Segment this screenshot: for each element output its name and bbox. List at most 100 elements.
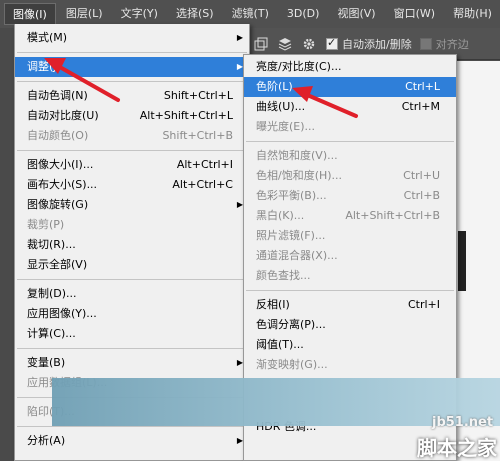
align-edges-label: 对齐边 [435,37,469,51]
submenu-item-levels[interactable]: 色阶(L)... Ctrl+L [244,77,456,97]
menu-window[interactable]: 窗口(W) [386,3,443,25]
menu-item-trim[interactable]: 裁切(R)... [15,235,249,255]
shortcut-label: Ctrl+M [401,100,440,113]
submenu-item-channel-mixer[interactable]: 通道混合器(X)... [244,246,456,266]
submenu-item-curves[interactable]: 曲线(U)... Ctrl+M [244,97,456,117]
menu-help[interactable]: 帮助(H) [445,3,500,25]
menu-item-reveal-all[interactable]: 显示全部(V) [15,255,249,275]
menu-item-label: 调整(J) [27,60,61,73]
menu-type[interactable]: 文字(Y) [113,3,166,25]
menu-item-mode[interactable]: 模式(M) ▶ [15,28,249,48]
watermark-name: 脚本之家 [417,436,497,460]
shortcut-label: Ctrl+I [407,298,440,311]
menu-item-label: 自动色调(N) [27,89,88,102]
menu-item-label: 照片滤镜(F)... [256,229,326,242]
submenu-item-gradient-map[interactable]: 渐变映射(G)... [244,355,456,375]
submenu-item-hue-saturation[interactable]: 色相/饱和度(H)... Ctrl+U [244,166,456,186]
submenu-item-invert[interactable]: 反相(I) Ctrl+I [244,295,456,315]
align-edges-checkbox[interactable] [419,37,432,50]
menu-item-label: 亮度/对比度(C)... [256,60,342,73]
menu-select[interactable]: 选择(S) [168,3,222,25]
menu-item-label: 复制(D)... [27,287,77,300]
shortcut-label: Alt+Shift+Ctrl+L [139,109,233,122]
shortcut-label: Ctrl+U [403,169,440,182]
menu-item-label: 自动对比度(U) [27,109,99,122]
menu-item-label: 色彩平衡(B)... [256,189,327,202]
path-arrange-icon[interactable] [278,37,292,51]
shortcut-label: Alt+Shift+Ctrl+B [345,209,440,222]
menu-separator [17,348,247,349]
menu-item-auto-color[interactable]: 自动颜色(O) Shift+Ctrl+B [15,126,249,146]
menu-item-label: 阈值(T)... [256,338,304,351]
shortcut-label: Ctrl+B [403,189,440,202]
menu-item-label: 通道混合器(X)... [256,249,338,262]
menu-item-label: 反相(I) [256,298,290,311]
shortcut-label: Shift+Ctrl+B [162,129,233,142]
menu-item-label: 色相/饱和度(H)... [256,169,343,182]
menu-item-label: 自然饱和度(V)... [256,149,338,162]
menu-item-label: 渐变映射(G)... [256,358,328,371]
menu-item-apply-image[interactable]: 应用图像(Y)... [15,304,249,324]
menu-item-label: 变量(B) [27,356,66,369]
menu-item-label: 显示全部(V) [27,258,88,271]
menu-item-image-rotation[interactable]: 图像旋转(G) ▶ [15,195,249,215]
shortcut-label: Shift+Ctrl+L [163,89,233,102]
menu-filter[interactable]: 滤镜(T) [224,3,277,25]
menu-layer[interactable]: 图层(L) [58,3,111,25]
menu-item-canvas-size[interactable]: 画布大小(S)... Alt+Ctrl+C [15,175,249,195]
shortcut-label: Alt+Ctrl+C [172,178,233,191]
submenu-arrow-icon: ▶ [236,33,243,42]
menu-separator [17,150,247,151]
menu-item-label: 曲线(U)... [256,100,306,113]
menu-separator [17,81,247,82]
menu-item-label: 裁剪(P) [27,218,65,231]
submenu-item-color-balance[interactable]: 色彩平衡(B)... Ctrl+B [244,186,456,206]
submenu-item-exposure[interactable]: 曝光度(E)... [244,117,456,137]
submenu-item-black-white[interactable]: 黑白(K)... Alt+Shift+Ctrl+B [244,206,456,226]
menu-item-label: 自动颜色(O) [27,129,89,142]
menu-item-label: 图像旋转(G) [27,198,89,211]
menu-item-label: 计算(C)... [27,327,76,340]
submenu-item-photo-filter[interactable]: 照片滤镜(F)... [244,226,456,246]
submenu-item-threshold[interactable]: 阈值(T)... [244,335,456,355]
menu-item-label: 黑白(K)... [256,209,305,222]
menu-item-image-size[interactable]: 图像大小(I)... Alt+Ctrl+I [15,155,249,175]
shortcut-label: Ctrl+L [405,80,440,93]
menu-item-label: 色调分离(P)... [256,318,326,331]
menu-item-label: 画布大小(S)... [27,178,98,191]
menu-item-crop[interactable]: 裁剪(P) [15,215,249,235]
menu-item-label: 色阶(L)... [256,80,304,93]
menu-item-adjustments[interactable]: 调整(J) ▶ [15,57,249,77]
menu-item-variables[interactable]: 变量(B) ▶ [15,353,249,373]
auto-add-checkbox[interactable] [326,36,338,50]
menu-item-calculations[interactable]: 计算(C)... [15,324,249,344]
menu-view[interactable]: 视图(V) [329,3,383,25]
menu-3d[interactable]: 3D(D) [279,3,328,25]
menu-separator [246,290,454,291]
submenu-item-posterize[interactable]: 色调分离(P)... [244,315,456,335]
path-operations-icon[interactable] [254,37,268,51]
menu-item-label: 颜色查找... [256,269,311,282]
submenu-item-brightness-contrast[interactable]: 亮度/对比度(C)... [244,57,456,77]
auto-add-label: 自动添加/删除 [342,37,412,51]
menu-image[interactable]: 图像(I) [4,3,56,25]
menu-separator [17,426,247,427]
submenu-item-color-lookup[interactable]: 颜色查找... [244,266,456,286]
watermark-site: jb51.net [432,415,494,430]
menu-item-label: 曝光度(E)... [256,120,316,133]
menu-separator [17,279,247,280]
gear-icon[interactable] [302,37,316,51]
menu-item-label: 应用图像(Y)... [27,307,97,320]
menu-item-label: 模式(M) [27,31,68,44]
menu-item-auto-tone[interactable]: 自动色调(N) Shift+Ctrl+L [15,86,249,106]
shortcut-label: Alt+Ctrl+I [176,158,233,171]
menu-item-label: 分析(A) [27,434,66,447]
canvas-image-detail [458,231,466,291]
submenu-item-vibrance[interactable]: 自然饱和度(V)... [244,146,456,166]
menu-separator [246,141,454,142]
menu-item-duplicate[interactable]: 复制(D)... [15,284,249,304]
menu-separator [17,52,247,53]
menu-item-analysis[interactable]: 分析(A) ▶ [15,431,249,451]
menu-item-auto-contrast[interactable]: 自动对比度(U) Alt+Shift+Ctrl+L [15,106,249,126]
menu-item-label: 裁切(R)... [27,238,76,251]
